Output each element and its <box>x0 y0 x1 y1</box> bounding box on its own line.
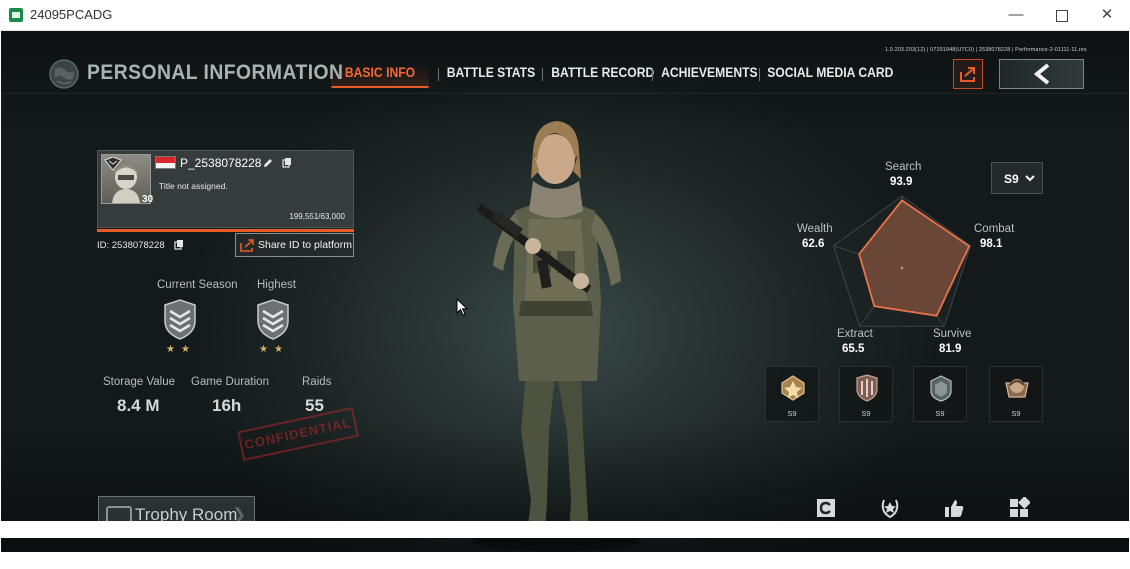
raids-label: Raids <box>302 376 332 388</box>
thumbs-up-icon[interactable] <box>943 497 965 519</box>
page-title: PERSONAL INFORMATION <box>87 61 344 84</box>
highest-label: Highest <box>257 279 296 291</box>
game-duration-label: Game Duration <box>191 376 269 388</box>
highest-rank-emblem-icon <box>257 299 289 340</box>
copyright-icon[interactable] <box>815 497 837 519</box>
globe-logo-icon <box>49 59 79 89</box>
player-level: 30 <box>142 194 154 205</box>
share-button[interactable] <box>953 59 983 89</box>
avatar[interactable]: 30 <box>101 154 154 205</box>
storage-value: 8.4 M <box>117 396 160 415</box>
radar-label-survive: Survive <box>933 328 972 340</box>
tab-separator <box>542 68 543 81</box>
radar-label-combat: Combat <box>974 223 1015 235</box>
minimize-button[interactable]: — <box>993 0 1039 31</box>
medal-season-label: S9 <box>1011 409 1021 418</box>
medal-slot[interactable]: S9 <box>765 366 819 422</box>
chevron-left-icon <box>1033 63 1050 85</box>
copy-icon[interactable] <box>281 157 293 169</box>
bronze-shield-medal-icon <box>856 374 878 402</box>
edit-pencil-icon[interactable] <box>262 157 274 169</box>
radar-value-combat: 98.1 <box>980 238 1003 250</box>
share-id-icon <box>240 239 254 252</box>
tab-achievements[interactable]: ACHIEVEMENTS <box>661 62 758 88</box>
radar-value-survive: 81.9 <box>939 343 962 355</box>
game-viewport: 1.0.203.203(12) | 07291948(UTC0) | 25380… <box>1 31 1129 552</box>
header-divider <box>1 93 1129 94</box>
rank-badge-icon <box>104 157 122 171</box>
radar-value-extract: 65.5 <box>842 343 865 355</box>
exp-progress-bar <box>97 229 354 232</box>
tab-basic-info[interactable]: BASIC INFO <box>331 62 429 88</box>
maximize-button[interactable] <box>1038 0 1084 31</box>
radar-value-wealth: 62.6 <box>802 238 825 250</box>
window-title: 24095PCADG <box>30 7 113 22</box>
radar-label-wealth: Wealth <box>797 223 833 235</box>
dashboard-grid-icon[interactable] <box>1008 497 1030 519</box>
game-duration-value: 16h <box>212 396 242 415</box>
player-id: ID: 2538078228 <box>97 240 165 251</box>
operator-character-model <box>471 121 641 551</box>
close-button[interactable]: ✕ <box>1084 0 1130 31</box>
radar-value-search: 93.9 <box>890 176 913 188</box>
player-exp: 199,551/63,000 <box>289 212 345 221</box>
tab-battle-record[interactable]: BATTLE RECORD <box>551 62 654 88</box>
app-icon <box>9 8 23 22</box>
highest-rank-stars: ★★ <box>259 344 289 355</box>
radar-label-extract: Extract <box>837 328 873 340</box>
medal-season-label: S9 <box>787 409 797 418</box>
chevron-down-icon <box>1025 175 1035 182</box>
share-id-button[interactable]: Share ID to platform <box>235 233 354 257</box>
current-rank-emblem-icon <box>164 299 196 340</box>
season-select-value: S9 <box>1004 172 1019 186</box>
medal-slot[interactable]: S9 <box>913 366 967 422</box>
storage-value-label: Storage Value <box>103 376 176 388</box>
medal-season-label: S9 <box>935 409 945 418</box>
radar-label-search: Search <box>885 161 922 173</box>
bronze-helmet-medal-icon <box>1005 379 1029 398</box>
laurel-badge-icon[interactable] <box>879 497 901 519</box>
copy-id-icon[interactable] <box>173 239 185 251</box>
tab-battle-stats[interactable]: BATTLE STATS <box>446 62 536 88</box>
window-bottom-border <box>0 521 1130 538</box>
medal-slot[interactable]: S9 <box>839 366 893 422</box>
gold-laurel-medal-icon <box>781 375 805 401</box>
tab-separator <box>438 68 439 81</box>
player-title: Title not assigned. <box>159 181 228 191</box>
medal-season-label: S9 <box>861 409 871 418</box>
build-version-string: 1.0.203.203(12) | 07291948(UTC0) | 25380… <box>885 47 1087 53</box>
confidential-stamp: CONFIDENTIAL <box>237 407 359 461</box>
player-name: P_2538078228 <box>180 156 262 170</box>
back-button[interactable] <box>999 59 1084 89</box>
season-select[interactable]: S9 <box>991 162 1043 194</box>
indonesia-flag-icon <box>155 156 176 169</box>
tab-social-media-card[interactable]: SOCIAL MEDIA CARD <box>767 62 893 88</box>
silver-shield-medal-icon <box>930 375 952 402</box>
tab-separator <box>759 68 760 81</box>
medal-slot[interactable]: S9 <box>989 366 1043 422</box>
window-titlebar: 24095PCADG — ✕ <box>0 0 1130 31</box>
mouse-cursor-icon <box>456 298 468 316</box>
exp-progress-fill <box>97 229 354 232</box>
radar-center-dot <box>900 266 904 270</box>
profile-card: 30 P_2538078228 Title not assigned. 199,… <box>97 150 354 228</box>
tab-separator <box>652 68 653 81</box>
share-id-label: Share ID to platform <box>258 239 352 251</box>
current-season-label: Current Season <box>157 279 238 291</box>
share-icon <box>960 67 975 82</box>
current-rank-stars: ★★ <box>166 344 196 355</box>
